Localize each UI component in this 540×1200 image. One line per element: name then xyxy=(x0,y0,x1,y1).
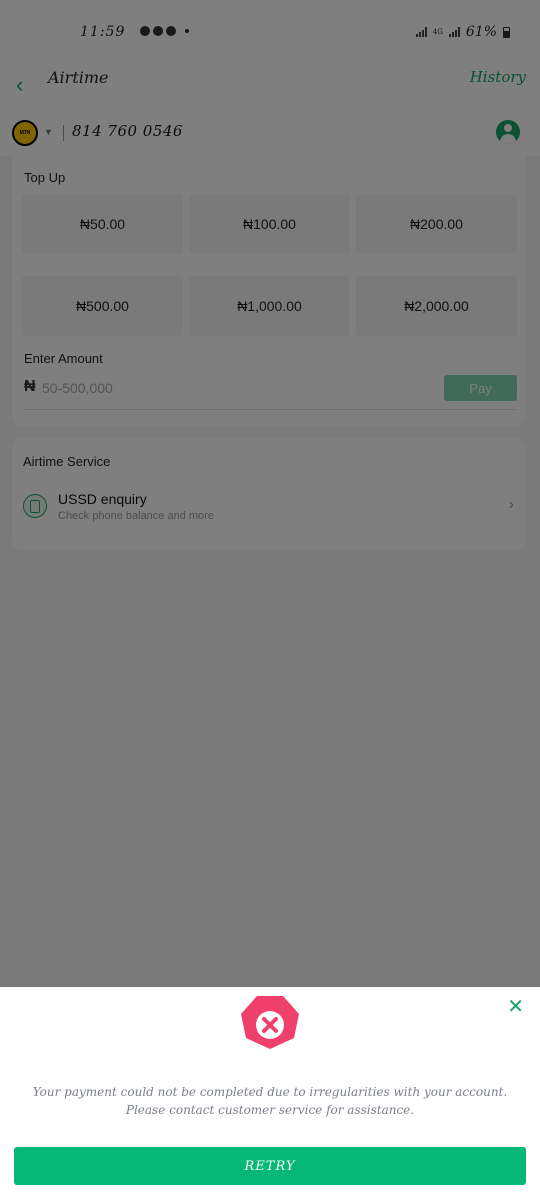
error-message: Your payment could not be completed due … xyxy=(32,1085,508,1117)
retry-button[interactable]: RETRY xyxy=(14,1147,526,1185)
payment-error-sheet: ✕ Your payment could not be completed du… xyxy=(0,987,540,1200)
close-icon[interactable]: ✕ xyxy=(507,997,524,1017)
error-icon xyxy=(241,996,299,1049)
